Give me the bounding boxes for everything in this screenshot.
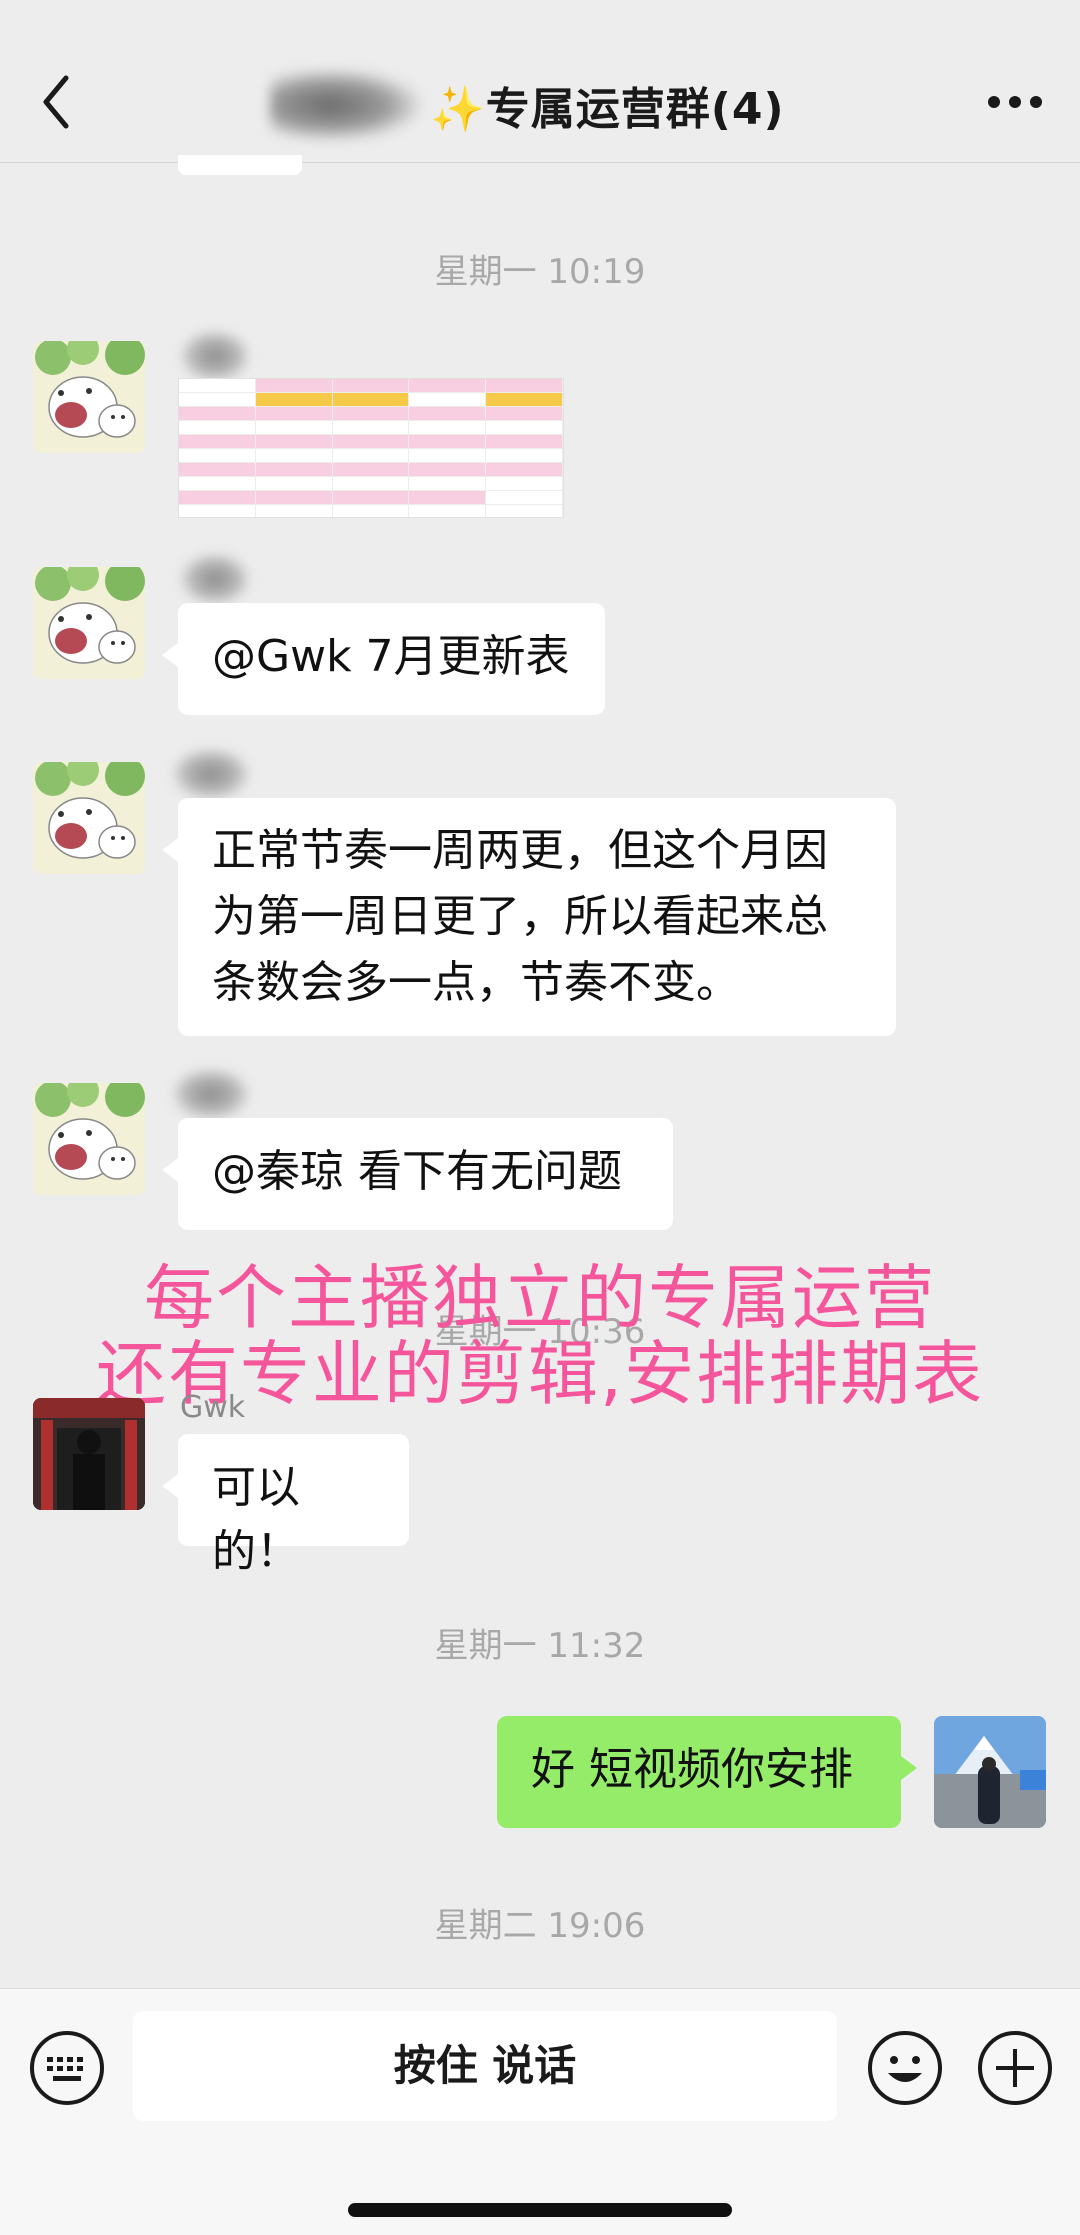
own-avatar[interactable] bbox=[934, 1716, 1046, 1828]
blurred-sender-name bbox=[172, 1068, 250, 1120]
keyboard-toggle-button[interactable] bbox=[28, 2029, 106, 2107]
blurred-sender-name bbox=[180, 553, 250, 605]
cartoon-avatar-icon bbox=[33, 762, 145, 874]
avatar[interactable] bbox=[33, 762, 145, 874]
input-bar: 按住 说话 bbox=[0, 1988, 1080, 2235]
avatar[interactable] bbox=[33, 1398, 145, 1510]
blurred-sender-name bbox=[180, 330, 250, 382]
photo-avatar-icon bbox=[934, 1716, 1046, 1828]
message-bubble[interactable]: 正常节奏一周两更，但这个月因为第一周日更了，所以看起来总条数会多一点，节奏不变。 bbox=[162, 798, 896, 1036]
sender-name: Gwk bbox=[180, 1390, 246, 1425]
more-button[interactable] bbox=[970, 75, 1060, 135]
timestamp: 星期一 11:32 bbox=[434, 1626, 646, 1666]
timestamp: 星期二 19:06 bbox=[434, 1906, 646, 1946]
cartoon-avatar-icon bbox=[33, 1083, 145, 1195]
message-bubble[interactable]: 可以的！ bbox=[162, 1434, 409, 1577]
avatar[interactable] bbox=[33, 341, 145, 453]
more-dots-icon bbox=[988, 96, 1042, 108]
plus-circle-icon bbox=[978, 2031, 1052, 2105]
chevron-left-icon bbox=[43, 75, 69, 129]
previous-message-bubble[interactable] bbox=[178, 155, 302, 175]
keyboard-icon bbox=[30, 2031, 104, 2105]
more-functions-button[interactable] bbox=[976, 2029, 1054, 2107]
promo-overlay-line-2: 还有专业的剪辑,安排排期表 bbox=[95, 1333, 985, 1415]
message-bubble[interactable]: @秦琼 看下有无问题 bbox=[162, 1118, 673, 1230]
home-indicator[interactable] bbox=[348, 2203, 732, 2217]
hold-to-talk-button[interactable]: 按住 说话 bbox=[133, 2011, 837, 2121]
chat-screen: ✨专属运营群(4) 星期一 10:19 @Gwk 7月更新表 正常节奏一周两更，… bbox=[0, 0, 1080, 2235]
avatar[interactable] bbox=[33, 567, 145, 679]
back-button[interactable] bbox=[30, 62, 90, 142]
cartoon-avatar-icon bbox=[33, 567, 145, 679]
chat-header: ✨专属运营群(4) bbox=[0, 0, 1080, 163]
own-message-bubble[interactable]: 好 短视频你安排 bbox=[497, 1716, 917, 1828]
blurred-sender-name bbox=[172, 748, 250, 800]
cartoon-avatar-icon bbox=[33, 341, 145, 453]
avatar[interactable] bbox=[33, 1083, 145, 1195]
emoji-button[interactable] bbox=[866, 2029, 944, 2107]
chat-title: ✨专属运营群(4) bbox=[270, 60, 785, 150]
image-message-schedule[interactable] bbox=[178, 378, 564, 518]
blurred-group-name bbox=[270, 70, 420, 140]
photo-avatar-icon bbox=[33, 1398, 145, 1510]
chat-title-text: ✨专属运营群(4) bbox=[430, 84, 785, 135]
message-bubble[interactable]: @Gwk 7月更新表 bbox=[162, 603, 605, 715]
emoji-icon bbox=[868, 2031, 942, 2105]
timestamp: 星期一 10:19 bbox=[434, 252, 646, 292]
